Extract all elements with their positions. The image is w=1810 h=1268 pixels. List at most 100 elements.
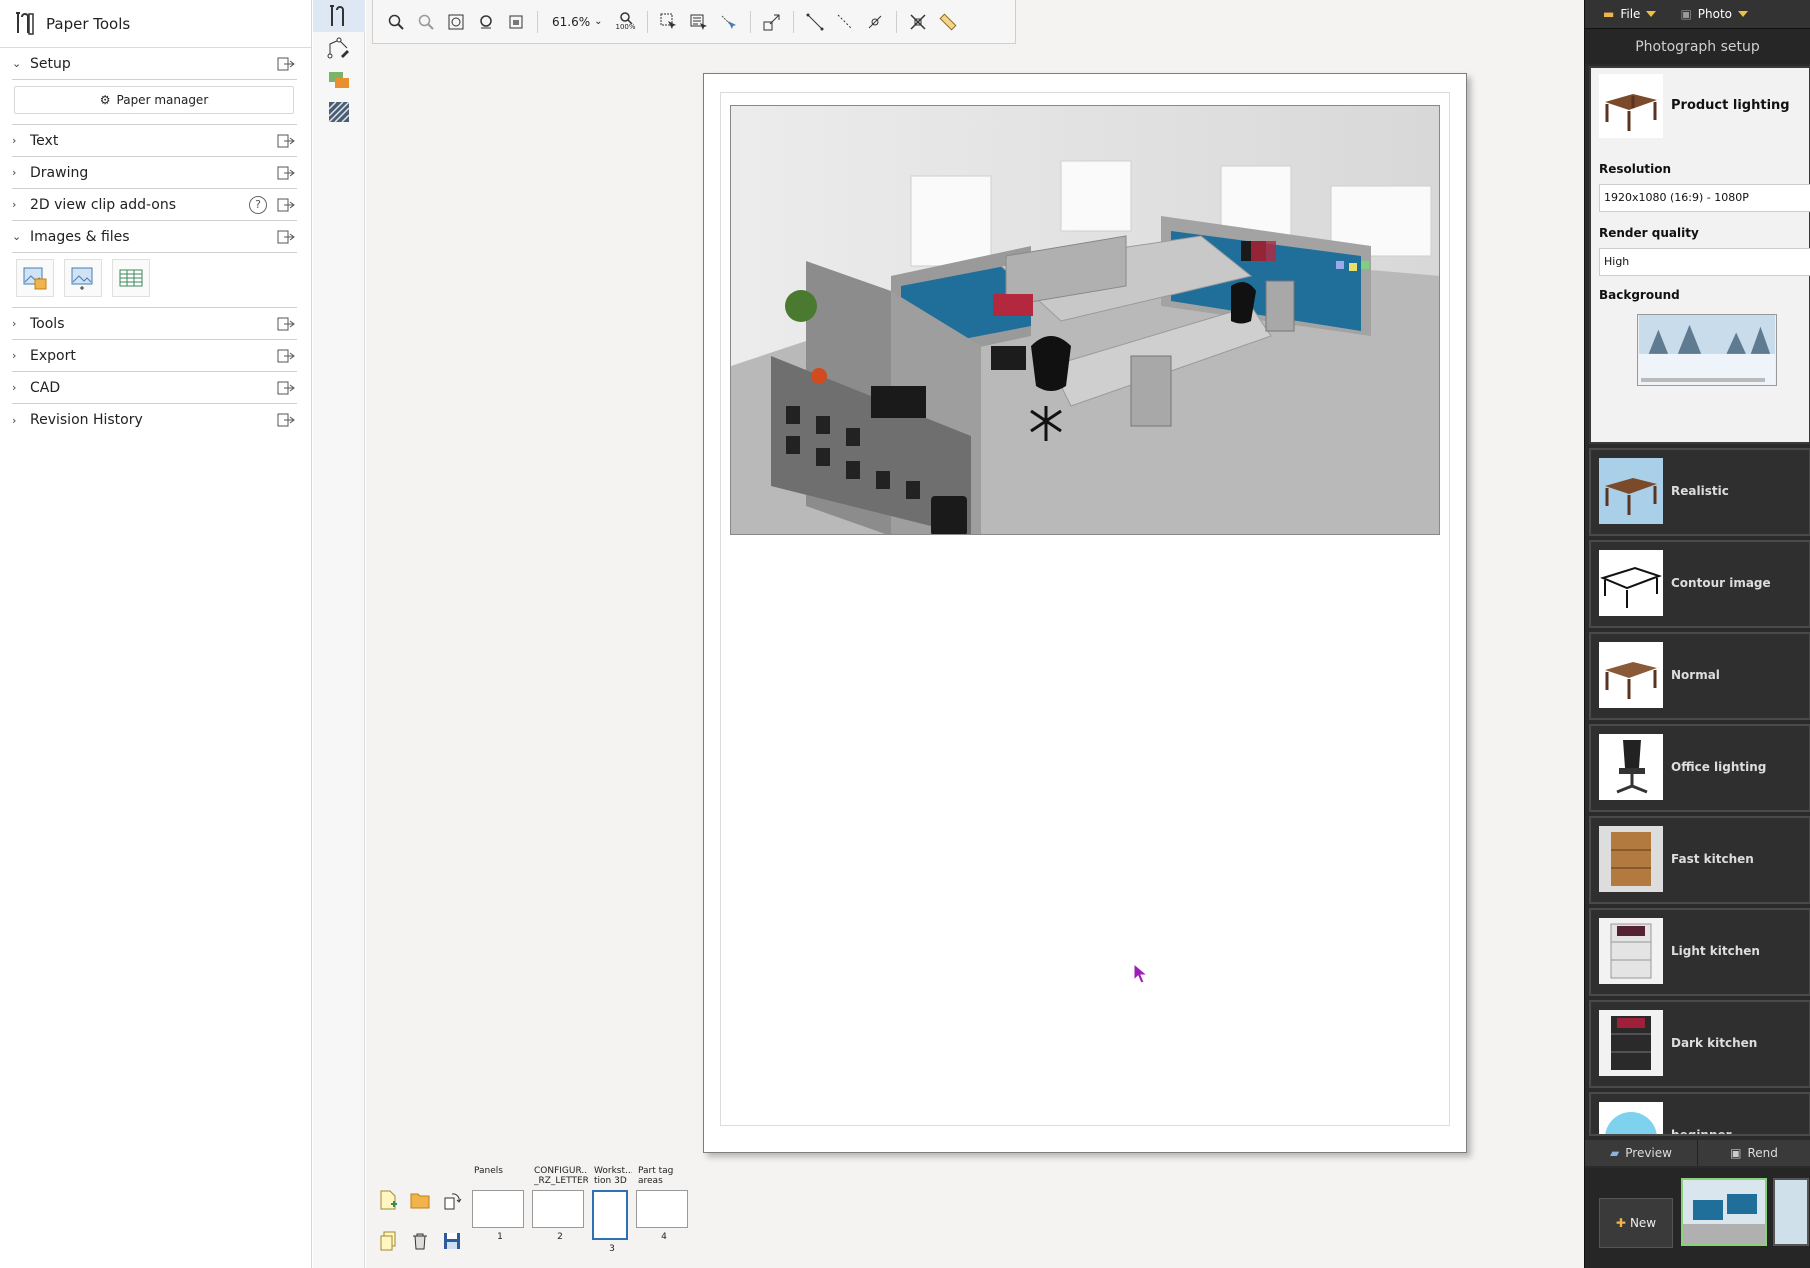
canvas-area[interactable]: 61.6% ⌄ 100% Panels 1 CONFIGUR... _RZ_LE… (366, 0, 1584, 1268)
undock-icon[interactable] (277, 56, 295, 72)
section-drawing[interactable]: › Drawing (12, 157, 297, 189)
zoom-100-button[interactable]: 100% (613, 9, 639, 35)
page-thumb-preview (636, 1190, 688, 1228)
zoom-window-button[interactable] (413, 9, 439, 35)
section-cad[interactable]: › CAD (12, 372, 297, 404)
section-images-files[interactable]: ⌄ Images & files (12, 221, 297, 253)
resolution-label: Resolution (1599, 162, 1672, 176)
page-thumbnail-2[interactable]: CONFIGUR... _RZ_LETTER 2 (532, 1166, 588, 1266)
open-folder-button[interactable] (406, 1186, 434, 1214)
render-tab[interactable]: ▣ Rend (1698, 1140, 1810, 1166)
select-filter-button[interactable] (716, 9, 742, 35)
undock-icon[interactable] (277, 165, 295, 181)
table-icon (1599, 74, 1663, 138)
zoom-page-button[interactable] (503, 9, 529, 35)
paper-page[interactable] (703, 73, 1467, 1153)
dashed-line-button[interactable] (832, 9, 858, 35)
select-text-button[interactable] (686, 9, 712, 35)
layers-tab[interactable] (313, 64, 365, 96)
select-button[interactable] (656, 9, 682, 35)
page-thumbnail-4[interactable]: Part tag areas 4 (636, 1166, 692, 1266)
paper-tools-tab[interactable] (313, 0, 365, 32)
photo-menu[interactable]: ▣ Photo (1672, 3, 1756, 25)
page-tools (374, 1186, 468, 1266)
move-view-button[interactable] (759, 9, 785, 35)
preset-name: Normal (1671, 668, 1720, 682)
preset-beginner[interactable]: beginner (1589, 1092, 1810, 1136)
preview-icon: ▰ (1610, 1146, 1620, 1160)
duplicate-icon (380, 1231, 396, 1251)
delete-page-button[interactable] (406, 1227, 434, 1255)
new-render-button[interactable]: ✚ New (1599, 1198, 1673, 1248)
render-quality-field[interactable]: High (1599, 248, 1810, 276)
trash-icon (413, 1233, 427, 1250)
zoom-button[interactable] (383, 9, 409, 35)
zoom-extents-button[interactable] (443, 9, 469, 35)
snap-off-button[interactable] (905, 9, 931, 35)
preset-normal[interactable]: Normal (1589, 632, 1810, 720)
paper-manager-button[interactable]: ⚙ Paper manager (14, 86, 294, 114)
section-text[interactable]: › Text (12, 125, 297, 157)
page-thumbnail-1[interactable]: Panels 1 (472, 1166, 528, 1266)
preset-name: Dark kitchen (1671, 1036, 1758, 1050)
camera-icon: ▣ (1680, 7, 1692, 21)
resolution-field[interactable]: 1920x1080 (16:9) - 1080P (1599, 184, 1810, 212)
help-icon[interactable]: ? (249, 196, 267, 214)
save-page-button[interactable] (438, 1227, 466, 1255)
section-2d-view-clip[interactable]: › 2D view clip add-ons ? (12, 189, 297, 221)
undock-icon[interactable] (277, 380, 295, 396)
folder-icon: ▬ (1603, 7, 1615, 21)
chevron-down-icon: ⌄ (12, 230, 22, 243)
undock-icon[interactable] (277, 197, 295, 213)
preset-name: Realistic (1671, 484, 1729, 498)
preset-dark-kitchen[interactable]: Dark kitchen (1589, 1000, 1810, 1088)
gear-icon: ⚙ (99, 93, 111, 107)
new-render-icon: ✚ (1615, 1216, 1626, 1230)
preset-light-kitchen[interactable]: Light kitchen (1589, 908, 1810, 996)
measure-line-button[interactable] (802, 9, 828, 35)
page-thumb-number: 1 (497, 1232, 503, 1242)
preset-realistic[interactable]: Realistic (1589, 448, 1810, 536)
render-thumbnail-image (1683, 1180, 1765, 1244)
chevron-right-icon: › (12, 198, 17, 211)
undock-icon[interactable] (277, 133, 295, 149)
undock-icon[interactable] (277, 412, 295, 428)
file-menu[interactable]: ▬ File (1595, 3, 1664, 25)
panel-header: Paper Tools (0, 0, 311, 48)
background-slider[interactable] (1641, 378, 1765, 382)
active-setup-card[interactable]: Product lighting Resolution 1920x1080 (1… (1589, 66, 1810, 444)
zoom-level-select[interactable]: 61.6% ⌄ (546, 9, 609, 35)
duplicate-page-button[interactable] (374, 1227, 402, 1255)
section-export[interactable]: › Export (12, 340, 297, 372)
insert-picture-button[interactable] (64, 259, 102, 297)
preview-tab[interactable]: ▰ Preview (1585, 1140, 1698, 1166)
page-thumbnail-3[interactable]: Workst... tion 3D 3 (592, 1166, 632, 1266)
insert-table-button[interactable] (112, 259, 150, 297)
insert-image-button[interactable] (16, 259, 54, 297)
edit-points-tab[interactable] (313, 32, 365, 64)
section-label: Text (30, 132, 59, 149)
preset-contour-image[interactable]: Contour image (1589, 540, 1810, 628)
preset-name: Fast kitchen (1671, 852, 1754, 866)
section-revision-history[interactable]: › Revision History (12, 404, 297, 436)
render-thumbnail[interactable] (1773, 1178, 1809, 1246)
snap-button[interactable] (862, 9, 888, 35)
undock-icon[interactable] (277, 316, 295, 332)
section-setup[interactable]: ⌄ Setup (12, 48, 297, 80)
section-tools[interactable]: › Tools (12, 308, 297, 340)
preset-fast-kitchen[interactable]: Fast kitchen (1589, 816, 1810, 904)
paper-tools-panel: Paper Tools ⌄ Setup ⚙ Paper manager › Te… (0, 0, 312, 1268)
office-chair-icon (1599, 734, 1663, 800)
new-page-button[interactable] (374, 1186, 402, 1214)
rotate-page-button[interactable] (438, 1186, 466, 1214)
background-thumbnail[interactable] (1637, 314, 1777, 386)
render-thumbnail[interactable] (1681, 1178, 1767, 1246)
preset-office-lighting[interactable]: Office lighting (1589, 724, 1810, 812)
rendered-3d-view[interactable] (730, 105, 1440, 535)
undock-icon[interactable] (277, 348, 295, 364)
ruler-button[interactable] (935, 9, 961, 35)
new-render-label: New (1629, 1216, 1657, 1230)
undock-icon[interactable] (277, 229, 295, 245)
zoom-previous-button[interactable] (473, 9, 499, 35)
hatch-tab[interactable] (313, 96, 365, 128)
